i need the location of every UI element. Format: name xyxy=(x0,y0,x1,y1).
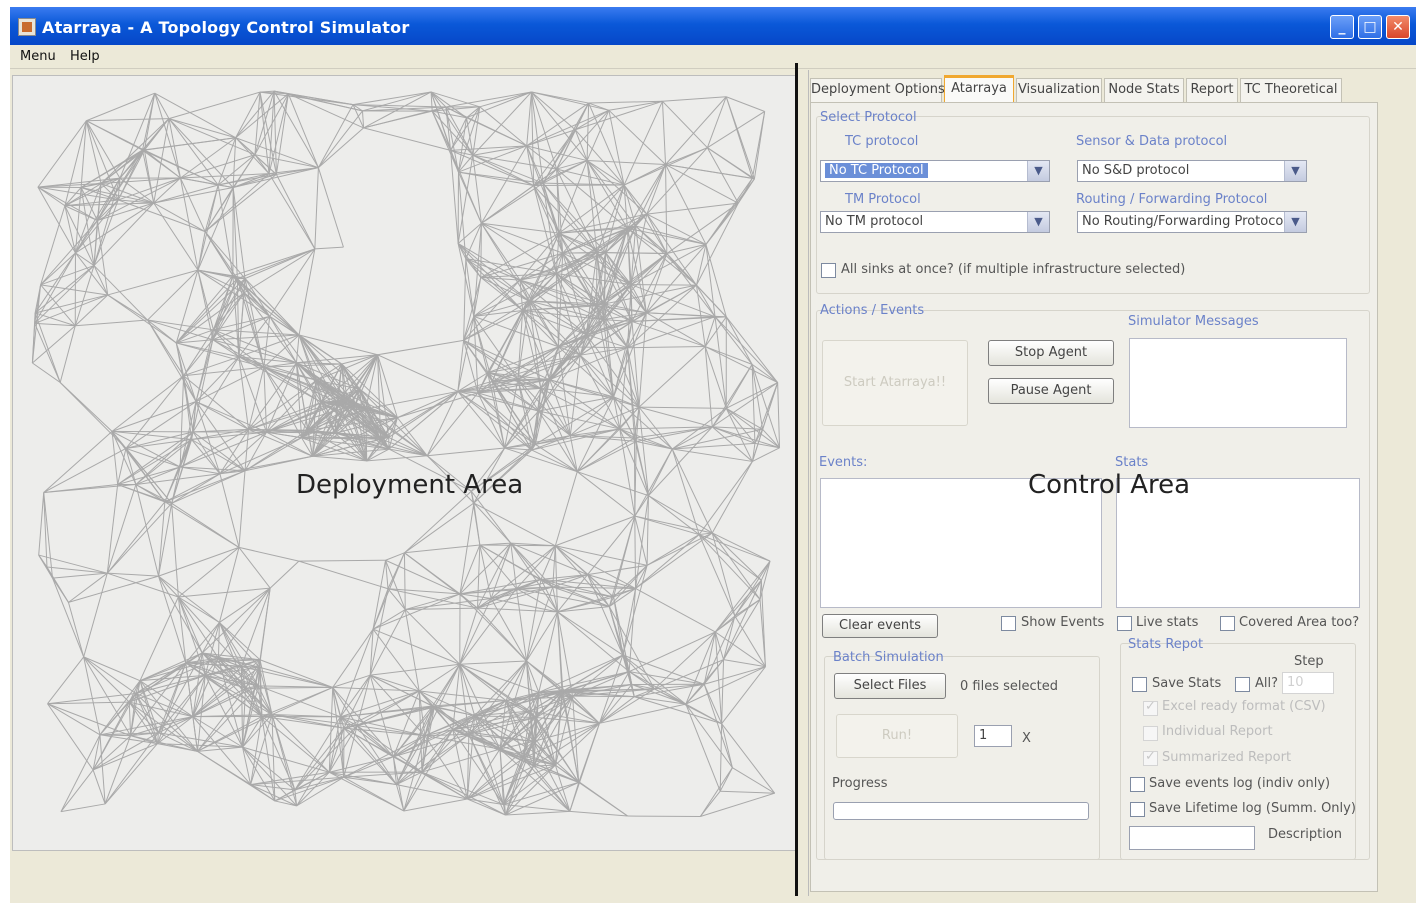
start-atarraya-button[interactable]: Start Atarraya!! xyxy=(822,340,968,426)
tab-atarraya[interactable]: Atarraya xyxy=(944,75,1014,102)
individual-report-label: Individual Report xyxy=(1162,724,1273,739)
excel-format-label: Excel ready format (CSV) xyxy=(1162,699,1326,714)
tc-protocol-value: No TC Protocol xyxy=(825,163,928,178)
repeat-count-input[interactable]: 1 xyxy=(974,725,1012,747)
menu-help[interactable]: Help xyxy=(70,49,100,64)
deployment-area-label: Deployment Area xyxy=(296,470,524,500)
tab-tc-theoretical[interactable]: TC Theoretical xyxy=(1240,78,1342,102)
close-button[interactable]: ✕ xyxy=(1386,15,1410,39)
files-selected-label: 0 files selected xyxy=(960,679,1058,694)
description-label: Description xyxy=(1268,827,1343,842)
progress-label: Progress xyxy=(832,776,888,791)
run-button[interactable]: Run! xyxy=(836,714,958,758)
deployment-area[interactable] xyxy=(12,75,797,851)
pause-agent-button[interactable]: Pause Agent xyxy=(988,378,1114,404)
clear-events-button[interactable]: Clear events xyxy=(822,614,938,638)
excel-format-checkbox[interactable] xyxy=(1143,699,1158,716)
control-area-label: Control Area xyxy=(1028,470,1191,500)
sd-protocol-select[interactable]: No S&D protocol ▼ xyxy=(1077,160,1307,182)
covered-area-checkbox[interactable] xyxy=(1220,616,1235,631)
step-label: Step xyxy=(1294,654,1324,669)
stop-agent-button[interactable]: Stop Agent xyxy=(988,340,1114,366)
tab-node-stats[interactable]: Node Stats xyxy=(1104,78,1184,102)
lifetime-log-label: Save Lifetime log (Summ. Only) xyxy=(1149,801,1356,816)
sd-protocol-label: Sensor & Data protocol xyxy=(1076,134,1228,149)
routing-protocol-label: Routing / Forwarding Protocol xyxy=(1076,192,1268,207)
live-stats-label: Live stats xyxy=(1136,615,1199,630)
save-stats-checkbox[interactable] xyxy=(1132,677,1147,692)
select-protocol-title: Select Protocol xyxy=(820,110,917,125)
summarized-report-label: Summarized Report xyxy=(1162,750,1292,765)
covered-area-label: Covered Area too? xyxy=(1239,615,1360,630)
all-label: All? xyxy=(1255,676,1279,691)
maximize-button[interactable]: □ xyxy=(1358,15,1382,39)
stats-label: Stats xyxy=(1115,455,1149,470)
chevron-down-icon: ▼ xyxy=(1284,161,1306,181)
summarized-report-checkbox[interactable] xyxy=(1143,749,1158,766)
routing-protocol-select[interactable]: No Routing/Forwarding Protocol ▼ xyxy=(1077,211,1307,233)
events-log-label: Save events log (indiv only) xyxy=(1149,776,1331,791)
routing-protocol-value: No Routing/Forwarding Protocol xyxy=(1082,214,1287,229)
actions-events-title: Actions / Events xyxy=(820,303,925,318)
area-divider xyxy=(795,63,798,896)
sd-protocol-value: No S&D protocol xyxy=(1082,163,1190,178)
batch-simulation-title: Batch Simulation xyxy=(833,650,944,665)
tm-protocol-select[interactable]: No TM protocol ▼ xyxy=(820,211,1050,233)
events-label: Events: xyxy=(819,455,868,470)
tab-report[interactable]: Report xyxy=(1186,78,1238,102)
menu-menu[interactable]: Menu xyxy=(20,49,56,64)
save-stats-label: Save Stats xyxy=(1152,676,1222,691)
live-stats-checkbox[interactable] xyxy=(1117,616,1132,631)
show-events-checkbox[interactable] xyxy=(1001,616,1016,631)
lifetime-log-checkbox[interactable] xyxy=(1130,802,1145,817)
events-log-checkbox[interactable] xyxy=(1130,777,1145,792)
simulator-messages-label: Simulator Messages xyxy=(1128,314,1259,329)
description-input[interactable] xyxy=(1129,826,1255,850)
step-input[interactable]: 10 xyxy=(1282,672,1334,694)
all-checkbox[interactable] xyxy=(1235,677,1250,692)
stats-report-title: Stats Repot xyxy=(1128,637,1204,652)
app-icon xyxy=(18,18,36,36)
progress-bar xyxy=(833,802,1089,820)
simulator-messages-box xyxy=(1129,338,1347,428)
title-bar: Atarraya - A Topology Control Simulator … xyxy=(10,7,1416,45)
tc-protocol-select[interactable]: No TC Protocol ▼ xyxy=(820,160,1050,182)
repeat-times-label: X xyxy=(1022,731,1031,746)
tm-protocol-value: No TM protocol xyxy=(825,214,924,229)
window-title: Atarraya - A Topology Control Simulator xyxy=(42,18,410,37)
tm-protocol-label: TM Protocol xyxy=(845,192,921,207)
tab-deployment-options[interactable]: Deployment Options xyxy=(810,78,945,102)
tab-visualization[interactable]: Visualization xyxy=(1016,78,1102,102)
individual-report-checkbox[interactable] xyxy=(1143,726,1158,741)
chevron-down-icon: ▼ xyxy=(1027,212,1049,232)
all-sinks-checkbox[interactable] xyxy=(821,263,836,278)
chevron-down-icon: ▼ xyxy=(1284,212,1306,232)
chevron-down-icon: ▼ xyxy=(1027,161,1049,181)
network-edges xyxy=(31,90,781,817)
menu-bar: Menu Help xyxy=(10,45,1416,69)
show-events-label: Show Events xyxy=(1021,615,1105,630)
minimize-button[interactable]: _ xyxy=(1330,15,1354,39)
tc-protocol-label: TC protocol xyxy=(845,134,919,149)
node-network xyxy=(31,90,781,817)
select-files-button[interactable]: Select Files xyxy=(834,673,946,699)
all-sinks-label: All sinks at once? (if multiple infrastr… xyxy=(841,262,1186,277)
